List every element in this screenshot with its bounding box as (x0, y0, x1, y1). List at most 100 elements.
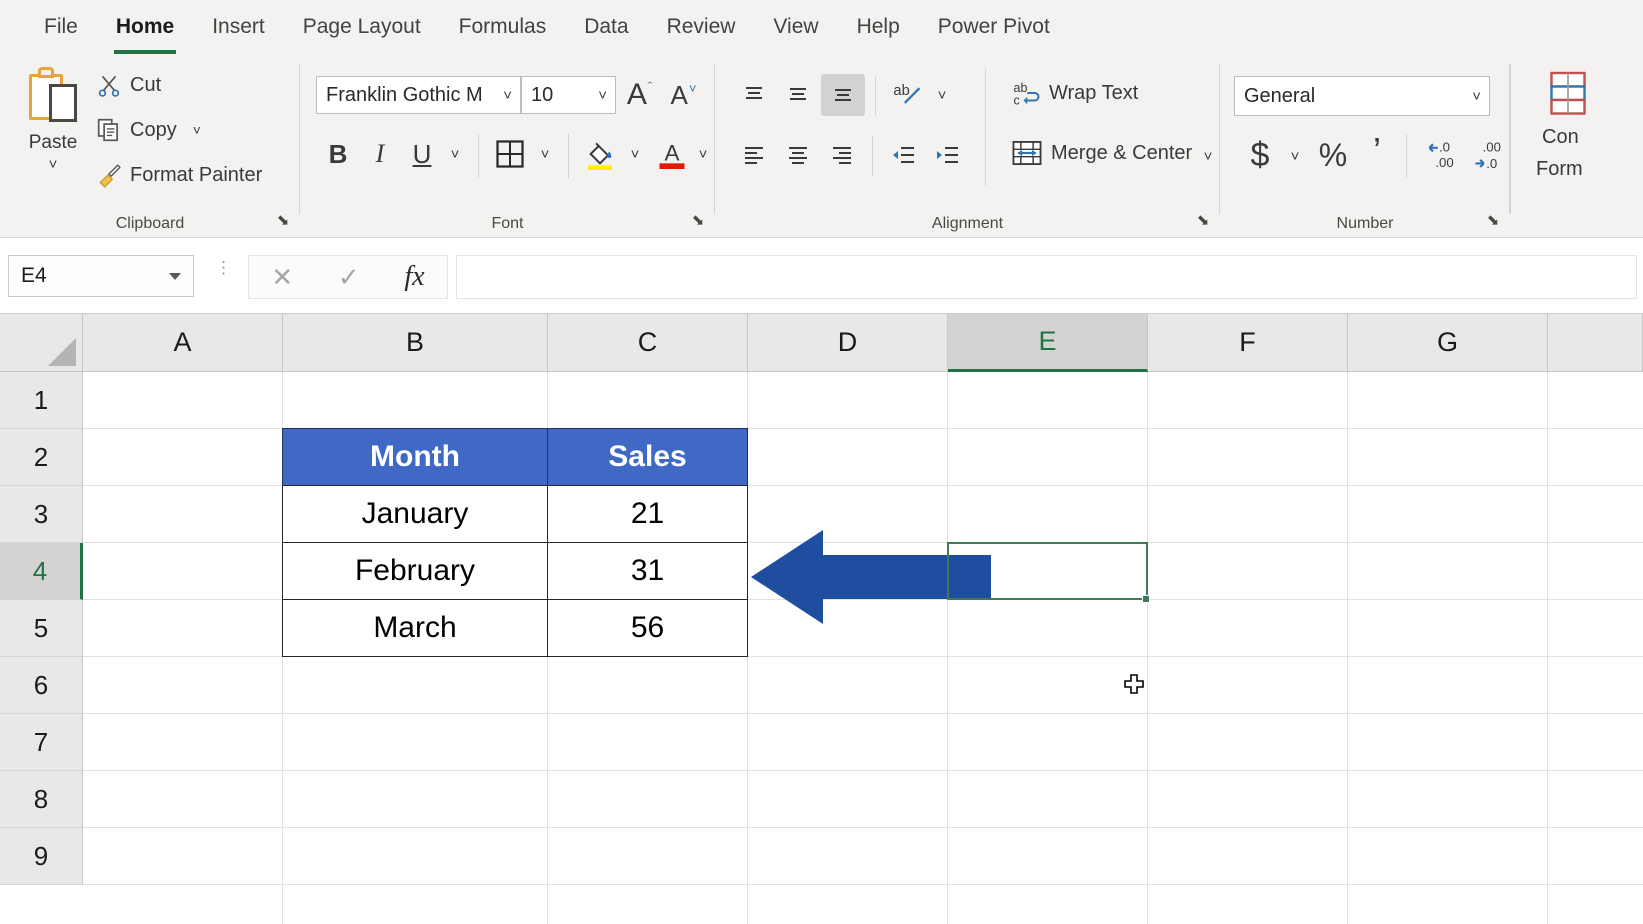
row-header-7[interactable]: 7 (0, 714, 83, 771)
tab-help[interactable]: Help (839, 11, 918, 43)
underline-chevron-down-icon[interactable]: ˅ (442, 138, 468, 170)
tab-review[interactable]: Review (649, 11, 754, 43)
accounting-chevron-down-icon[interactable]: ˅ (1282, 140, 1308, 172)
tab-page-layout[interactable]: Page Layout (285, 11, 439, 43)
row-header-5[interactable]: 5 (0, 600, 83, 657)
align-bottom-button[interactable] (821, 74, 865, 116)
merge-center-button[interactable]: Merge & Center (1011, 136, 1192, 170)
copy-button[interactable]: Copy ˅ (96, 113, 201, 147)
number-format-combo[interactable]: General ˅ (1234, 76, 1490, 116)
italic-button[interactable]: I (360, 134, 400, 174)
confirm-formula-button[interactable]: ✓ (338, 262, 360, 293)
column-header-h[interactable] (1548, 314, 1643, 372)
clipboard-icon (25, 66, 81, 128)
row-header-8[interactable]: 8 (0, 771, 83, 828)
increase-indent-button[interactable] (925, 136, 969, 174)
font-dialog-launcher[interactable]: ⬊ (689, 212, 707, 230)
grow-font-label: A (627, 78, 647, 112)
align-middle-button[interactable] (777, 76, 819, 114)
insert-function-button[interactable]: fx (404, 261, 424, 293)
shrink-font-button[interactable]: A ˅ (662, 74, 704, 116)
column-header-b[interactable]: B (283, 314, 548, 372)
row-header-6[interactable]: 6 (0, 657, 83, 714)
cell-c3[interactable]: 21 (547, 485, 748, 543)
borders-chevron-down-icon[interactable]: ˅ (532, 138, 558, 170)
wrap-text-button[interactable]: ab c Wrap Text (1011, 76, 1138, 110)
font-size-combo[interactable]: 10 ˅ (521, 76, 616, 114)
paste-label: Paste (29, 132, 78, 154)
tab-power-pivot[interactable]: Power Pivot (920, 11, 1068, 43)
column-header-c[interactable]: C (548, 314, 748, 372)
orientation-button[interactable]: ab (885, 74, 929, 116)
cell-c2[interactable]: Sales (547, 428, 748, 486)
increase-decimal-button[interactable]: .0 .00 (1416, 132, 1462, 178)
clipboard-dialog-launcher[interactable]: ⬊ (274, 212, 292, 230)
column-header-e[interactable]: E (948, 314, 1148, 372)
wrap-text-icon: ab c (1011, 78, 1041, 108)
cell-area[interactable]: Month Sales January 21 February 31 March… (83, 372, 1643, 924)
decrease-indent-button[interactable] (881, 136, 925, 174)
column-header-f[interactable]: F (1148, 314, 1348, 372)
number-dialog-launcher[interactable]: ⬊ (1484, 212, 1502, 230)
column-header-d[interactable]: D (748, 314, 948, 372)
select-all-triangle-icon (48, 338, 76, 366)
name-box[interactable]: E4 (8, 255, 194, 297)
decrease-decimal-button[interactable]: .00 .0 (1462, 132, 1508, 178)
formula-action-group: ✕ ✓ fx (248, 255, 448, 299)
formula-bar-drag-handle[interactable]: ⋮ (215, 263, 225, 272)
tab-formulas[interactable]: Formulas (441, 11, 565, 43)
fill-handle[interactable] (1142, 595, 1150, 603)
merge-center-chevron-down-icon[interactable]: ˅ (1195, 140, 1221, 172)
paste-button[interactable]: Paste ˅ (14, 62, 92, 190)
cut-button[interactable]: Cut (96, 68, 161, 102)
tab-home[interactable]: Home (98, 11, 192, 43)
font-name-combo[interactable]: Franklin Gothic M ˅ (316, 76, 521, 114)
selected-cell-e4[interactable] (947, 542, 1148, 600)
underline-button[interactable]: U (402, 134, 442, 174)
font-color-button[interactable]: A (652, 130, 692, 178)
comma-style-button[interactable]: ’ (1356, 128, 1398, 174)
cell-b4[interactable]: February (282, 542, 548, 600)
chevron-down-icon[interactable]: ˅ (49, 156, 58, 173)
chevron-down-icon[interactable]: ˅ (193, 122, 201, 138)
tab-data[interactable]: Data (566, 11, 646, 43)
cell-b5[interactable]: March (282, 599, 548, 657)
tab-view[interactable]: View (755, 11, 836, 43)
cell-c4[interactable]: 31 (547, 542, 748, 600)
grow-font-button[interactable]: A ˆ (618, 74, 660, 116)
cell-b2[interactable]: Month (282, 428, 548, 486)
tab-file[interactable]: File (26, 11, 96, 43)
orientation-chevron-down-icon[interactable]: ˅ (929, 80, 955, 110)
fill-color-chevron-down-icon[interactable]: ˅ (622, 138, 648, 170)
formula-input[interactable] (456, 255, 1637, 299)
bold-button[interactable]: B (318, 134, 358, 174)
align-top-button[interactable] (733, 76, 775, 114)
column-header-g[interactable]: G (1348, 314, 1548, 372)
borders-button[interactable] (488, 134, 532, 174)
align-center-button[interactable] (777, 136, 819, 174)
conditional-formatting-button[interactable] (1548, 70, 1588, 123)
font-color-chevron-down-icon[interactable]: ˅ (690, 138, 716, 170)
fill-color-button[interactable] (578, 130, 622, 178)
row-header-3[interactable]: 3 (0, 486, 83, 543)
copy-label: Copy (130, 119, 177, 142)
row-header-4[interactable]: 4 (0, 543, 83, 600)
row-header-1[interactable]: 1 (0, 372, 83, 429)
tab-insert[interactable]: Insert (194, 11, 283, 43)
cell-c5[interactable]: 56 (547, 599, 748, 657)
row-header-2[interactable]: 2 (0, 429, 83, 486)
alignment-dialog-launcher[interactable]: ⬊ (1194, 212, 1212, 230)
format-painter-button[interactable]: Format Painter (96, 158, 262, 192)
svg-text:c: c (1014, 93, 1020, 107)
column-header-a[interactable]: A (83, 314, 283, 372)
cell-b3[interactable]: January (282, 485, 548, 543)
row-header-9[interactable]: 9 (0, 828, 83, 885)
accounting-format-button[interactable]: $ (1238, 132, 1282, 178)
merge-center-icon (1011, 138, 1043, 168)
cancel-formula-button[interactable]: ✕ (271, 262, 293, 293)
align-bottom-icon (830, 84, 856, 106)
select-all-corner[interactable] (0, 314, 83, 372)
align-left-button[interactable] (733, 136, 775, 174)
percent-style-button[interactable]: % (1310, 132, 1356, 178)
align-right-button[interactable] (821, 136, 863, 174)
